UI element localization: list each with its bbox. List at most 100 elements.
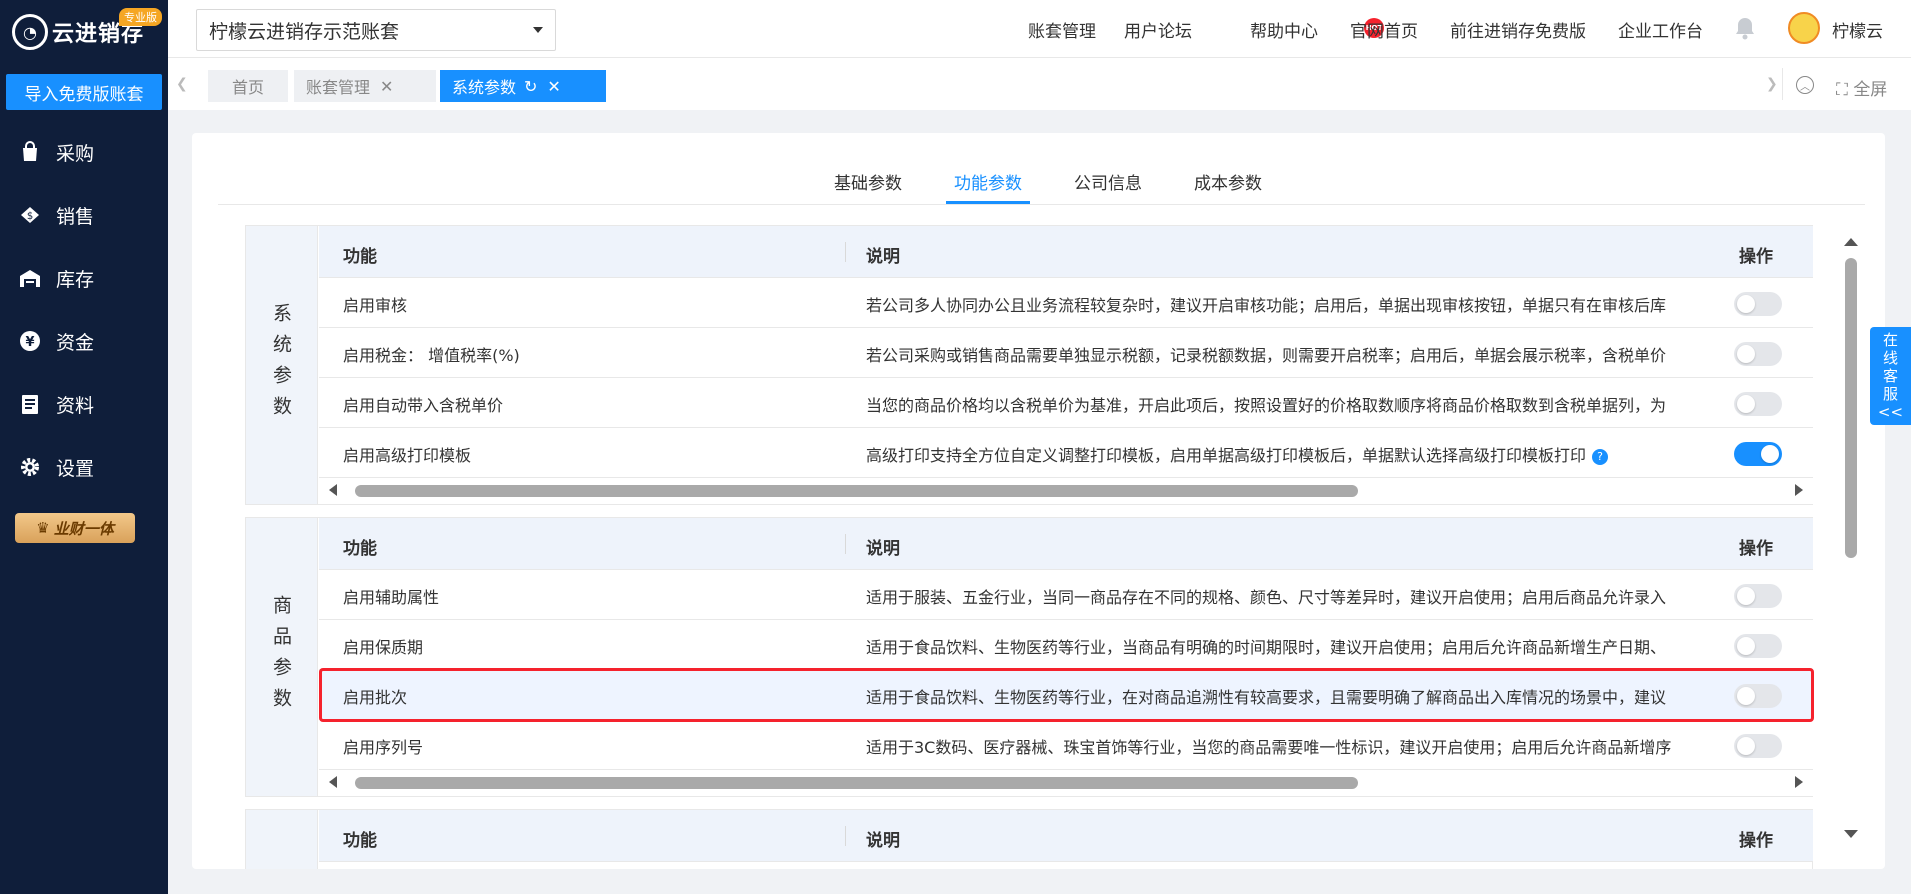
link-official-site[interactable]: 官网首页 [1350,17,1418,42]
tab-company-info[interactable]: 公司信息 [1074,169,1142,194]
service-char: 在 [1882,331,1898,349]
vertical-scrollbar[interactable] [1840,236,1862,840]
scroll-right-arrow-icon[interactable] [1795,484,1803,496]
fullscreen-label: 全屏 [1853,80,1888,100]
active-tab-indicator [946,201,1030,204]
toggle-switch[interactable] [1734,634,1782,658]
service-char: 客 [1882,367,1898,385]
user-name[interactable]: 柠檬云 [1832,17,1883,42]
row-description: 适用于3C数码、医疗器械、珠宝首饰等行业，当您的商品需要唯一性标识，建议开启使用… [866,738,1672,757]
chevron-right-icon[interactable]: ❯ [1766,76,1778,92]
account-select-value: 柠檬云进销存示范账套 [209,20,400,43]
tab-function-params[interactable]: 功能参数 [954,169,1022,194]
link-enterprise-workbench[interactable]: 企业工作台 [1618,17,1703,42]
link-user-forum[interactable]: 用户论坛 [1124,17,1192,42]
scroll-up-arrow-icon[interactable] [1844,238,1858,246]
header-description: 说明 [866,831,900,851]
help-icon[interactable]: ? [1592,448,1609,465]
logo-icon: ◔ [12,14,48,50]
table-row: 启用保质期 适用于食品饮料、生物医药等行业，当商品有明确的时间期限时，建议开启使… [319,620,1813,670]
close-icon[interactable]: ✕ [380,77,393,96]
sidebar-item-label: 资料 [56,394,95,417]
online-service-button[interactable]: 在 线 客 服 << [1870,327,1911,425]
sidebar-item-inventory[interactable]: 库存 [0,253,168,303]
close-icon[interactable]: ✕ [547,77,560,96]
divider [1782,68,1783,100]
promo-banner[interactable]: ♛ 业财一体 [15,513,135,543]
header-function: 功能 [343,247,377,267]
param-tabs: 基础参数 功能参数 公司信息 成本参数 [218,133,1865,205]
avatar[interactable] [1788,12,1820,44]
bell-icon[interactable] [1734,16,1756,40]
toggle-switch[interactable] [1734,392,1782,416]
row-function: 启用辅助属性 [343,588,440,607]
logo[interactable]: ◔ 云进销存 专业版 [0,0,168,64]
row-function: 启用序列号 [343,738,424,757]
scrollbar-thumb[interactable] [355,777,1358,789]
toggle-switch[interactable] [1734,584,1782,608]
scroll-right-arrow-icon[interactable] [1795,776,1803,788]
sidebar-item-settings[interactable]: 设置 [0,442,168,492]
sidebar-item-funds[interactable]: ¥ 资金 [0,316,168,366]
import-free-account-button[interactable]: 导入免费版账套 [6,74,162,110]
promo-label: 业财一体 [53,519,114,538]
fullscreen-button[interactable]: ⛶ 全屏 [1836,75,1887,100]
warehouse-icon [18,266,42,290]
sidebar: ◔ 云进销存 专业版 导入免费版账套 采购 $ 销售 库存 ¥ 资金 资料 设置… [0,0,168,894]
tab-system-params[interactable]: 系统参数 ↻ ✕ [440,70,606,102]
scroll-down-arrow-icon[interactable] [1844,830,1858,838]
row-description: 适用于服装、五金行业，当同一商品存在不同的规格、颜色、尺寸等差异时，建议开启使用… [866,588,1667,607]
header-description: 说明 [866,247,900,267]
toggle-switch[interactable] [1734,342,1782,366]
horizontal-scrollbar[interactable] [319,770,1813,796]
account-select[interactable]: 柠檬云进销存示范账套 [196,9,556,51]
tab-account-management[interactable]: 账套管理 ✕ [294,70,436,102]
row-function: 启用批次 [343,688,408,707]
row-description: 若公司采购或销售商品需要单独显示税额，记录税额数据，则需要开启税率；启用后，单据… [866,346,1667,365]
row-function: 启用保质期 [343,638,424,657]
link-help-center[interactable]: 帮助中心 [1250,17,1318,42]
scrollbar-thumb[interactable] [1845,258,1857,558]
chevron-left-icon[interactable]: ❮ [176,76,188,92]
header-divider [845,826,846,846]
service-char: 服 [1882,385,1898,403]
header-operation: 操作 [1739,831,1773,851]
collapse-up-icon[interactable]: ︿ [1796,76,1814,94]
service-collapse: << [1877,403,1904,421]
service-char: 线 [1882,349,1898,367]
sidebar-item-label: 设置 [56,457,95,480]
refresh-icon[interactable]: ↻ [524,77,537,96]
gear-icon [18,455,42,479]
header-description: 说明 [866,539,900,559]
fullscreen-icon: ⛶ [1836,80,1848,100]
tab-label: 账套管理 [306,78,371,97]
toggle-switch[interactable] [1734,684,1782,708]
sidebar-item-data[interactable]: 资料 [0,379,168,429]
tab-label: 首页 [231,78,264,97]
link-free-edition[interactable]: 前往进销存免费版 [1450,17,1586,42]
header-function: 功能 [343,831,377,851]
sidebar-item-sales[interactable]: $ 销售 [0,190,168,240]
caret-down-icon [533,27,543,33]
params-card: 基础参数 功能参数 公司信息 成本参数 系统参数 功能 说明 操作 启用审核 若… [192,133,1885,869]
sidebar-item-label: 采购 [56,142,95,165]
toggle-switch[interactable] [1734,442,1782,466]
tab-home[interactable]: 首页 [208,70,288,102]
toggle-switch[interactable] [1734,292,1782,316]
horizontal-scrollbar[interactable] [319,478,1813,504]
tab-cost-params[interactable]: 成本参数 [1194,169,1262,194]
row-function: 启用审核 [343,296,408,315]
scroll-left-arrow-icon[interactable] [329,776,337,788]
row-function: 启用高级打印模板 [343,446,472,465]
link-account-management[interactable]: 账套管理 [1028,17,1096,42]
sidebar-item-purchase[interactable]: 采购 [0,127,168,177]
sidebar-item-label: 销售 [56,205,95,228]
tab-basic-params[interactable]: 基础参数 [834,169,902,194]
row-function: 启用自动带入含税单价 [343,396,504,415]
sidebar-item-label: 资金 [56,331,95,354]
row-description: 适用于食品饮料、生物医药等行业，在对商品追溯性有较高要求，且需要明确了解商品出入… [866,688,1667,707]
scrollbar-thumb[interactable] [355,485,1358,497]
table-row: 启用序列号 适用于3C数码、医疗器械、珠宝首饰等行业，当您的商品需要唯一性标识，… [319,720,1813,770]
toggle-switch[interactable] [1734,734,1782,758]
scroll-left-arrow-icon[interactable] [329,484,337,496]
